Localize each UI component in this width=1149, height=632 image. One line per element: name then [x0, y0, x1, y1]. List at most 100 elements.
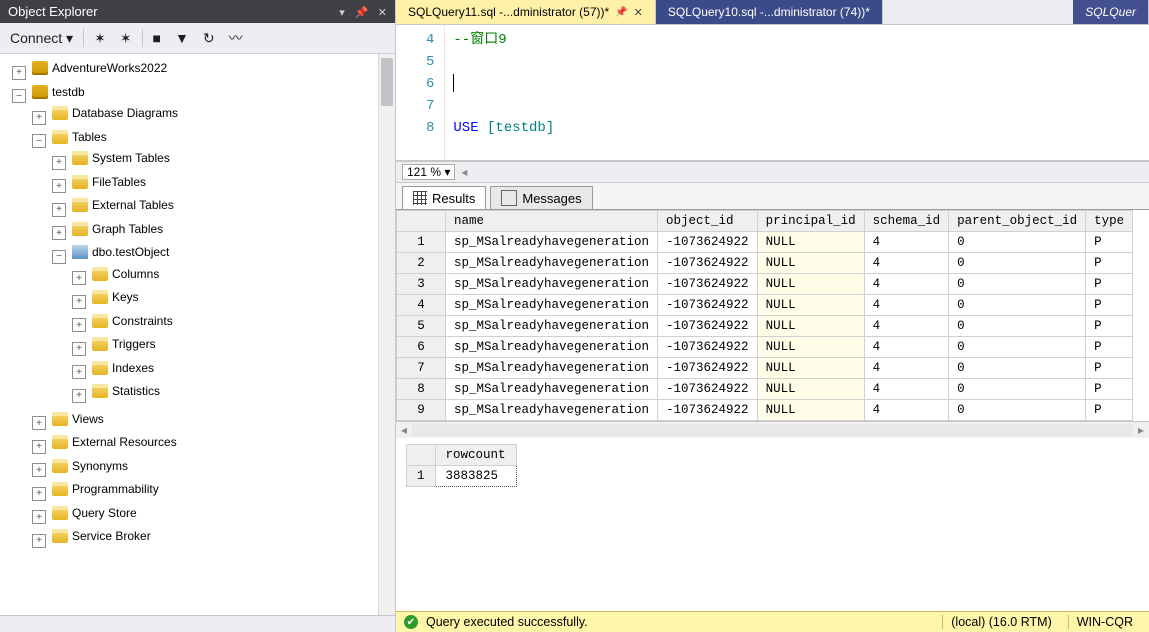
stop-icon[interactable]: ■ [149, 28, 165, 48]
table-row[interactable]: 8sp_MSalreadyhavegeneration-1073624922NU… [397, 379, 1133, 400]
cell-parent_object_id[interactable]: 0 [949, 295, 1086, 316]
tree-db-adventureworks[interactable]: AdventureWorks2022 [29, 60, 170, 76]
rownum-header[interactable] [397, 211, 446, 232]
table-row[interactable]: 9sp_MSalreadyhavegeneration-1073624922NU… [397, 400, 1133, 421]
cell-type[interactable]: P [1086, 337, 1133, 358]
table-row[interactable]: 4sp_MSalreadyhavegeneration-1073624922NU… [397, 295, 1133, 316]
expander-icon[interactable]: + [32, 416, 46, 430]
scroll-left-icon[interactable]: ◂ [396, 423, 412, 437]
cell-type[interactable]: P [1086, 316, 1133, 337]
cell-parent_object_id[interactable]: 0 [949, 253, 1086, 274]
cell-schema_id[interactable]: 4 [864, 337, 949, 358]
sql-editor[interactable]: 4 5 6 7 8 --窗口9 USE [testdb] [396, 25, 1149, 161]
col-type[interactable]: type [1086, 211, 1133, 232]
rowcount-value[interactable]: 3883825 [435, 466, 516, 487]
table-row[interactable]: 7sp_MSalreadyhavegeneration-1073624922NU… [397, 358, 1133, 379]
expander-icon[interactable]: + [72, 342, 86, 356]
cell-type[interactable]: P [1086, 379, 1133, 400]
disconnect-icon[interactable]: ✶ [90, 28, 110, 49]
table-row[interactable]: 5sp_MSalreadyhavegeneration-1073624922NU… [397, 316, 1133, 337]
expander-icon[interactable]: + [32, 463, 46, 477]
tree-programmability[interactable]: Programmability [49, 481, 162, 497]
col-rowcount[interactable]: rowcount [435, 445, 516, 466]
expander-icon[interactable]: + [72, 389, 86, 403]
table-row[interactable]: 6sp_MSalreadyhavegeneration-1073624922NU… [397, 337, 1133, 358]
tree-db-testdb[interactable]: testdb [29, 84, 88, 100]
cell-schema_id[interactable]: 4 [864, 400, 949, 421]
expander-icon[interactable]: + [32, 510, 46, 524]
row-number-cell[interactable]: 7 [397, 358, 446, 379]
col-parent-object-id[interactable]: parent_object_id [949, 211, 1086, 232]
connect-button[interactable]: Connect ▾ [6, 28, 77, 49]
expander-icon[interactable]: + [52, 179, 66, 193]
cell-name[interactable]: sp_MSalreadyhavegeneration [446, 232, 658, 253]
cell-name[interactable]: sp_MSalreadyhavegeneration [446, 253, 658, 274]
table-row[interactable]: 1sp_MSalreadyhavegeneration-1073624922NU… [397, 232, 1133, 253]
cell-principal_id[interactable]: NULL [757, 337, 864, 358]
tree-synonyms[interactable]: Synonyms [49, 458, 131, 474]
expander-icon[interactable]: − [52, 250, 66, 264]
refresh-icon[interactable]: ↻ [199, 28, 219, 49]
row-number-cell[interactable]: 1 [397, 232, 446, 253]
row-number-cell[interactable]: 4 [397, 295, 446, 316]
expander-icon[interactable]: + [32, 111, 46, 125]
cell-type[interactable]: P [1086, 232, 1133, 253]
tree-external-tables[interactable]: External Tables [69, 197, 177, 213]
row-number-cell[interactable]: 1 [407, 466, 436, 487]
cell-schema_id[interactable]: 4 [864, 295, 949, 316]
zoom-dropdown[interactable]: 121 % ▾ [402, 164, 455, 180]
tree-system-tables[interactable]: System Tables [69, 150, 173, 166]
cell-object_id[interactable]: -1073624922 [658, 232, 758, 253]
scroll-right-icon[interactable]: ▸ [1133, 423, 1149, 437]
table-row[interactable]: 2sp_MSalreadyhavegeneration-1073624922NU… [397, 253, 1133, 274]
expander-icon[interactable]: + [12, 66, 26, 80]
cell-object_id[interactable]: -1073624922 [658, 337, 758, 358]
cell-parent_object_id[interactable]: 0 [949, 232, 1086, 253]
cell-schema_id[interactable]: 4 [864, 358, 949, 379]
tree-database-diagrams[interactable]: Database Diagrams [49, 105, 181, 121]
cell-parent_object_id[interactable]: 0 [949, 337, 1086, 358]
cell-type[interactable]: P [1086, 253, 1133, 274]
expander-icon[interactable]: − [12, 89, 26, 103]
tree-query-store[interactable]: Query Store [49, 505, 140, 521]
disconnect-all-icon[interactable]: ✶ [116, 28, 136, 49]
results-grid-wrap[interactable]: name object_id principal_id schema_id pa… [396, 210, 1149, 422]
pin-icon[interactable]: 📌 [615, 7, 627, 18]
rowcount-grid[interactable]: rowcount 13883825 [406, 444, 517, 487]
table-row[interactable]: 3sp_MSalreadyhavegeneration-1073624922NU… [397, 274, 1133, 295]
scrollbar-thumb[interactable] [381, 58, 393, 106]
col-schema-id[interactable]: schema_id [864, 211, 949, 232]
cell-object_id[interactable]: -1073624922 [658, 295, 758, 316]
tree-graph-tables[interactable]: Graph Tables [69, 221, 166, 237]
expander-icon[interactable]: + [72, 271, 86, 285]
tree-tables[interactable]: Tables [49, 129, 110, 145]
expander-icon[interactable]: + [52, 203, 66, 217]
cell-schema_id[interactable]: 4 [864, 316, 949, 337]
col-object-id[interactable]: object_id [658, 211, 758, 232]
tree-container[interactable]: +AdventureWorks2022 −testdb +Database Di… [0, 54, 395, 615]
tree-views[interactable]: Views [49, 411, 107, 427]
cell-object_id[interactable]: -1073624922 [658, 274, 758, 295]
expander-icon[interactable]: + [72, 318, 86, 332]
cell-object_id[interactable]: -1073624922 [658, 253, 758, 274]
row-number-cell[interactable]: 9 [397, 400, 446, 421]
cell-object_id[interactable]: -1073624922 [658, 379, 758, 400]
tree-constraints[interactable]: Constraints [89, 313, 176, 329]
tree-indexes[interactable]: Indexes [89, 360, 157, 376]
cell-schema_id[interactable]: 4 [864, 274, 949, 295]
tab-results[interactable]: Results [402, 186, 486, 209]
expander-icon[interactable]: + [72, 365, 86, 379]
tree-statistics[interactable]: Statistics [89, 383, 163, 399]
cell-name[interactable]: sp_MSalreadyhavegeneration [446, 337, 658, 358]
filter-icon[interactable]: ▼ [171, 28, 193, 48]
col-principal-id[interactable]: principal_id [757, 211, 864, 232]
cell-type[interactable]: P [1086, 400, 1133, 421]
cell-principal_id[interactable]: NULL [757, 232, 864, 253]
cell-principal_id[interactable]: NULL [757, 400, 864, 421]
expander-icon[interactable]: + [32, 534, 46, 548]
cell-principal_id[interactable]: NULL [757, 253, 864, 274]
row-number-cell[interactable]: 6 [397, 337, 446, 358]
expander-icon[interactable]: + [32, 440, 46, 454]
tree-triggers[interactable]: Triggers [89, 336, 159, 352]
cell-object_id[interactable]: -1073624922 [658, 316, 758, 337]
